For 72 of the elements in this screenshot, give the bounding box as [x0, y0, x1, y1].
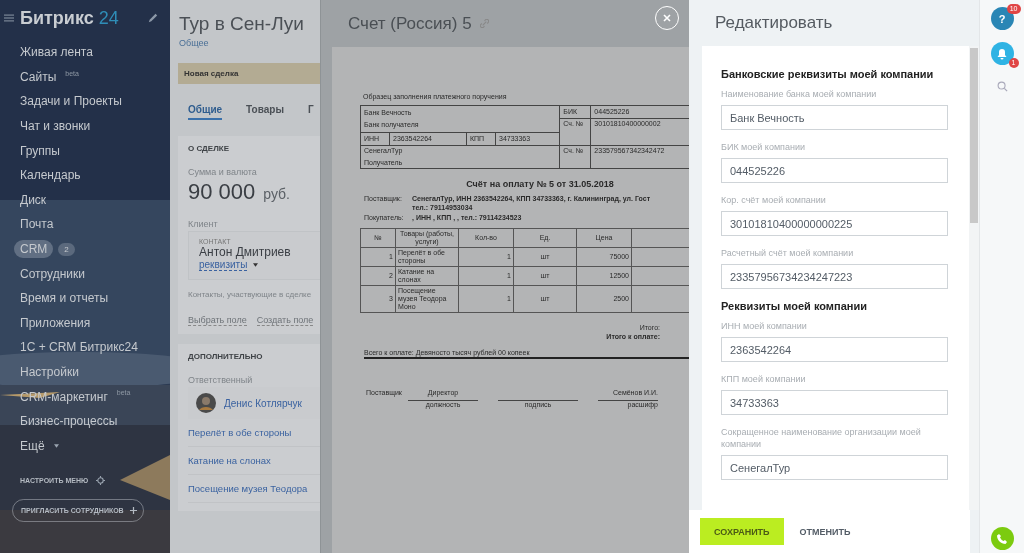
contact-name: Антон Дмитриев	[199, 245, 292, 259]
field-label: Ответственный	[188, 375, 253, 385]
user-link[interactable]: Денис Котлярчук	[224, 397, 302, 409]
menu-item[interactable]: Чат и звонки	[14, 117, 97, 136]
input-field[interactable]: 2363542264	[721, 337, 948, 362]
section-heading: ДОПОЛНИТЕЛЬНО	[188, 352, 263, 361]
tab[interactable]: Г	[307, 104, 314, 120]
input-field[interactable]: 34733363	[721, 390, 948, 415]
panel-title: Редактировать	[714, 12, 834, 34]
input-field[interactable]: СенегалТур	[721, 455, 948, 480]
pencil-icon[interactable]	[148, 13, 158, 23]
input-field[interactable]: Банк Вечность	[721, 105, 948, 130]
menu-item[interactable]: Время и отчеты	[14, 289, 115, 308]
section-heading: Банковские реквизиты моей компании	[721, 68, 934, 80]
logo[interactable]: Битрикс 24	[20, 7, 119, 29]
field-label: Сумма и валюта	[188, 167, 257, 177]
menu-item[interactable]: Живая лента	[14, 43, 99, 62]
menu-item[interactable]: Приложения	[14, 313, 97, 332]
menu-item[interactable]: 1С + CRM Битрикс24	[14, 338, 144, 357]
counter-badge: 2	[58, 242, 75, 256]
avatar-icon	[196, 393, 216, 413]
section-heading: О СДЕЛКЕ	[188, 144, 229, 153]
menu-item[interactable]: Группы	[14, 141, 66, 160]
search-icon[interactable]	[996, 81, 1008, 92]
category-link[interactable]: Общее	[179, 38, 320, 48]
field-label: Расчетный счёт моей компании	[721, 247, 855, 259]
phone-button[interactable]	[990, 527, 1014, 550]
menu-item[interactable]: Календарь	[14, 166, 87, 185]
section-heading: Реквизиты моей компании	[721, 300, 867, 312]
menu-item[interactable]: Почта	[14, 215, 60, 234]
menu-item[interactable]: Диск	[14, 190, 53, 209]
menu-item[interactable]: Сайты	[14, 67, 63, 86]
notifications-button[interactable]	[990, 42, 1014, 65]
menu-icon[interactable]	[4, 14, 14, 22]
field-label: Клиент	[188, 219, 218, 229]
deal-title: Тур в Сен-Луи	[179, 13, 305, 35]
menu-item[interactable]: Сотрудники	[14, 264, 91, 283]
input-field[interactable]: 30101810400000000225	[721, 211, 948, 236]
field-label: Кор. счёт моей компании	[721, 194, 827, 206]
currency: руб.	[263, 186, 290, 202]
document-title: Счет (Россия) 5	[348, 13, 472, 34]
menu-item[interactable]: Задачи и Проекты	[14, 92, 128, 111]
invoice-title: Счёт на оплату № 5 от 31.05.2018	[465, 179, 615, 190]
field-label: Наименование банка моей компании	[721, 88, 878, 100]
menu-item[interactable]: Бизнес-процессы	[14, 412, 124, 431]
menu-item[interactable]: Ещё	[14, 436, 51, 455]
field-action-link[interactable]: Создать поле	[256, 315, 314, 326]
tab[interactable]: Товары	[246, 104, 284, 120]
field-label: Сокращенное наименование организации моей компании	[721, 426, 922, 450]
close-icon[interactable]	[662, 13, 672, 23]
field-action-link[interactable]: Выбрать поле	[188, 315, 247, 326]
field-label: ИНН моей компании	[721, 320, 808, 332]
gear-icon[interactable]	[96, 476, 106, 486]
field-label: Контакты, участвующие в сделке	[188, 290, 312, 299]
requisites-link[interactable]: реквизиты	[199, 259, 248, 271]
caret-icon[interactable]	[253, 263, 259, 267]
amount: 90 000	[188, 179, 256, 205]
link-icon[interactable]	[479, 19, 489, 28]
plus-icon	[129, 507, 137, 515]
field-label: КПП моей компании	[721, 373, 807, 385]
cancel-button[interactable]: ОТМЕНИТЬ	[793, 525, 857, 538]
phone-icon[interactable]	[996, 532, 1008, 545]
stage-bar[interactable]: Новая сделка	[178, 63, 320, 84]
menu-item[interactable]: CRM-маркетинг	[14, 387, 114, 406]
save-button[interactable]: СОХРАНИТЬ	[700, 518, 784, 545]
input-field[interactable]: 23357956734234247223	[721, 264, 948, 289]
tab[interactable]: Общие	[188, 104, 223, 120]
scrollbar[interactable]	[969, 46, 979, 510]
menu-item[interactable]: CRM	[14, 240, 54, 259]
field-label: БИК моей компании	[721, 141, 806, 153]
input-field[interactable]: 044525226	[721, 158, 948, 183]
bell-icon[interactable]	[996, 47, 1008, 60]
